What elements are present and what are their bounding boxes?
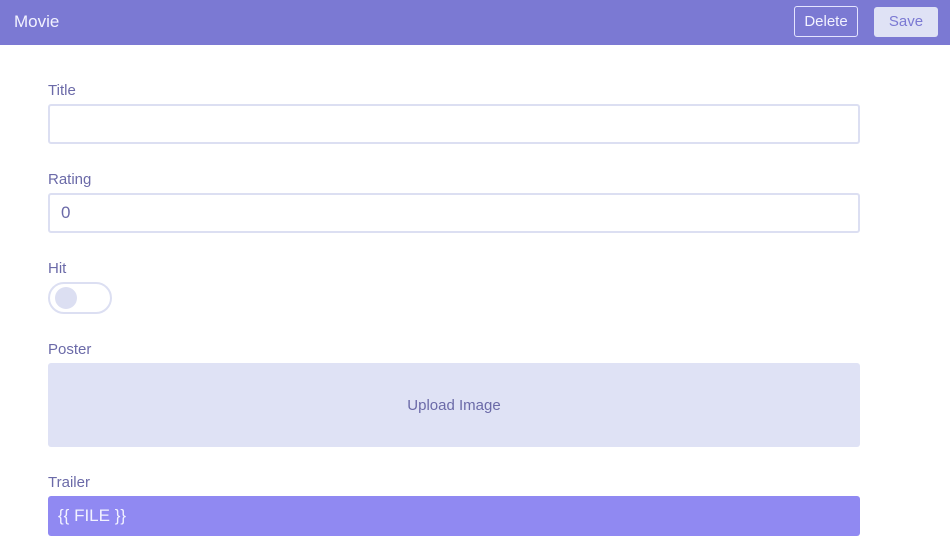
toggle-knob — [55, 287, 77, 309]
hit-label: Hit — [48, 260, 67, 277]
delete-button[interactable]: Delete — [794, 6, 858, 37]
upload-image-label: Upload Image — [407, 396, 501, 414]
poster-label: Poster — [48, 341, 92, 358]
page-title: Movie — [14, 12, 60, 31]
rating-label: Rating — [48, 171, 92, 188]
trailer-file-text: {{ FILE }} — [58, 506, 127, 525]
trailer-file-field[interactable]: {{ FILE }} — [48, 496, 860, 536]
title-input[interactable] — [48, 104, 860, 144]
title-label: Title — [48, 82, 76, 99]
rating-input[interactable] — [48, 193, 860, 233]
trailer-label: Trailer — [48, 474, 90, 491]
upload-image-button[interactable]: Upload Image — [48, 363, 860, 447]
hit-toggle[interactable] — [48, 282, 112, 314]
save-button[interactable]: Save — [874, 7, 938, 37]
top-bar: Movie Delete Save — [0, 0, 950, 45]
